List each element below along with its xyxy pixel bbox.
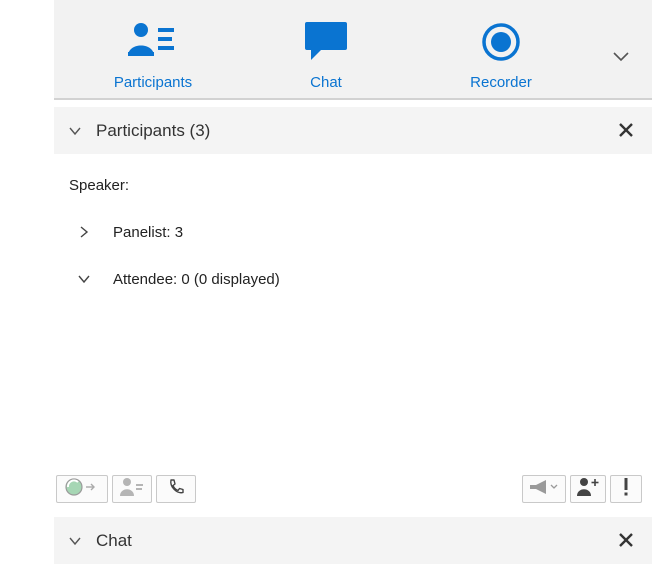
exclamation-icon bbox=[622, 477, 630, 502]
close-icon[interactable] bbox=[616, 120, 636, 140]
chevron-right-icon[interactable] bbox=[77, 225, 91, 239]
chevron-down-icon[interactable] bbox=[77, 272, 91, 286]
tab-chat[interactable]: Chat bbox=[261, 0, 391, 98]
group-label-panelist: Panelist: 3 bbox=[113, 223, 184, 241]
tab-participants-label: Participants bbox=[113, 74, 193, 91]
top-tab-bar: Participants Chat Recorder bbox=[54, 0, 652, 100]
invite-button[interactable] bbox=[570, 475, 606, 503]
chat-panel-header[interactable]: Chat bbox=[54, 517, 652, 564]
call-button[interactable] bbox=[156, 475, 196, 503]
chevron-down-icon[interactable] bbox=[68, 124, 82, 138]
chevron-down-icon[interactable] bbox=[68, 534, 82, 548]
phone-icon bbox=[167, 478, 185, 501]
group-row-attendee[interactable]: Attendee: 0 (0 displayed) bbox=[77, 267, 280, 291]
add-user-icon bbox=[576, 477, 600, 502]
participants-panel-title: Participants (3) bbox=[96, 120, 211, 140]
move-to-stage-icon bbox=[119, 477, 145, 502]
group-label-attendee: Attendee: 0 (0 displayed) bbox=[113, 270, 280, 288]
participants-panel-header[interactable]: Participants (3) bbox=[54, 107, 652, 154]
chat-bubble-icon bbox=[305, 22, 347, 67]
chat-panel-title: Chat bbox=[96, 530, 132, 550]
close-icon[interactable] bbox=[616, 530, 636, 550]
record-icon bbox=[481, 22, 521, 67]
announce-button[interactable] bbox=[522, 475, 566, 503]
participants-icon bbox=[128, 22, 178, 63]
alert-button[interactable] bbox=[610, 475, 642, 503]
speaker-label: Speaker: bbox=[69, 177, 130, 194]
megaphone-icon bbox=[528, 478, 560, 501]
tab-recorder-label: Recorder bbox=[470, 74, 532, 91]
tab-chat-label: Chat bbox=[310, 74, 342, 91]
mute-all-icon bbox=[64, 477, 100, 502]
tab-recorder[interactable]: Recorder bbox=[436, 0, 566, 98]
move-to-stage-button[interactable] bbox=[112, 475, 152, 503]
tab-participants[interactable]: Participants bbox=[88, 0, 218, 98]
group-row-panelist[interactable]: Panelist: 3 bbox=[77, 220, 183, 244]
chevron-down-icon[interactable] bbox=[609, 44, 633, 68]
mute-all-button[interactable] bbox=[56, 475, 108, 503]
